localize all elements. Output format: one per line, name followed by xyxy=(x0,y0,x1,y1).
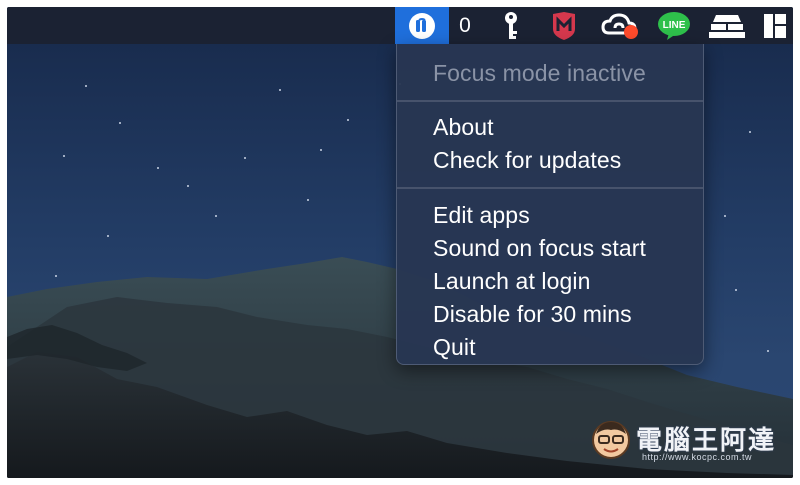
menu-item-sound-on-focus-start[interactable]: Sound on focus start xyxy=(433,235,646,262)
watermark-url: http://www.kocpc.com.tw xyxy=(642,452,753,462)
key-icon xyxy=(505,11,517,39)
line-menu-extra[interactable]: LINE xyxy=(656,7,692,44)
notification-dot xyxy=(624,24,638,39)
stack-menu-extra[interactable] xyxy=(707,7,747,44)
layout-menu-extra[interactable] xyxy=(761,7,789,44)
line-icon: LINE xyxy=(658,11,690,40)
creative-cloud-menu-extra[interactable] xyxy=(600,7,642,44)
menu-item-quit[interactable]: Quit xyxy=(433,334,476,361)
menu-separator xyxy=(397,100,703,102)
mcafee-icon xyxy=(553,11,575,40)
focus-app-icon xyxy=(409,12,435,39)
desktop-screen: 0 LINE Focus mode inactive About Check f… xyxy=(7,7,793,478)
svg-text:LINE: LINE xyxy=(663,20,686,31)
menu-item-launch-at-login[interactable]: Launch at login xyxy=(433,268,591,295)
menu-bar: 0 LINE xyxy=(7,7,793,44)
focus-app-dropdown-menu: Focus mode inactive About Check for upda… xyxy=(396,44,704,365)
focus-mode-status: Focus mode inactive xyxy=(433,60,646,86)
menu-item-check-for-updates[interactable]: Check for updates xyxy=(433,147,621,174)
focus-app-menu-extra[interactable] xyxy=(395,7,449,44)
count-value: 0 xyxy=(459,13,471,37)
stack-icon xyxy=(709,14,745,38)
site-watermark: 電腦王阿達 http://www.kocpc.com.tw xyxy=(588,412,778,468)
menu-item-disable-for-30-mins[interactable]: Disable for 30 mins xyxy=(433,301,632,328)
mascot-logo-icon xyxy=(592,421,630,459)
mcafee-menu-extra[interactable] xyxy=(547,7,581,44)
menu-item-edit-apps[interactable]: Edit apps xyxy=(433,202,530,229)
creative-cloud-icon xyxy=(601,12,638,39)
menu-separator xyxy=(397,187,703,189)
keychain-menu-extra[interactable] xyxy=(497,7,525,44)
count-indicator[interactable]: 0 xyxy=(454,7,476,44)
layout-icon xyxy=(764,13,786,38)
menu-item-about[interactable]: About xyxy=(433,114,494,141)
